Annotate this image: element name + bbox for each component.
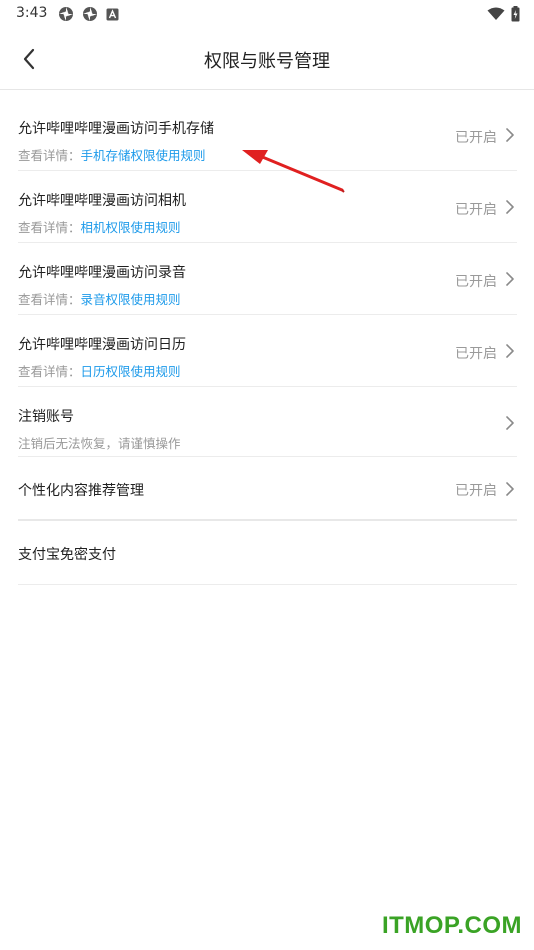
setting-alipay-password-free[interactable]: 支付宝免密支付: [18, 521, 517, 585]
page-title: 权限与账号管理: [204, 51, 330, 72]
chevron-right-icon: [506, 416, 514, 430]
chevron-right-icon: [506, 200, 514, 214]
recording-rules-link[interactable]: 录音权限使用规则: [81, 292, 181, 307]
status-icons-left: [58, 6, 119, 22]
chevron-right-icon: [506, 482, 514, 496]
row-subtitle: 查看详情：录音权限使用规则: [18, 289, 181, 308]
details-prefix: 查看详情：: [18, 364, 81, 379]
camera-rules-link[interactable]: 相机权限使用规则: [81, 220, 181, 235]
row-title: 允许哔哩哔哩漫画访问相机: [18, 193, 186, 209]
battery-icon: [511, 6, 520, 22]
app-header: 权限与账号管理: [0, 28, 534, 90]
row-title: 个性化内容推荐管理: [18, 483, 144, 499]
status-label: 已开启: [455, 202, 497, 218]
wifi-icon: [487, 7, 505, 20]
app-notification-icon: [59, 7, 73, 21]
row-title: 允许哔哩哔哩漫画访问日历: [18, 337, 186, 353]
chevron-right-icon: [506, 272, 514, 286]
setting-cancel-account[interactable]: 注销账号 注销后无法恢复，请谨慎操作: [18, 387, 517, 457]
app-notification-icon: [83, 7, 97, 21]
row-subtitle: 查看详情：手机存储权限使用规则: [18, 145, 206, 164]
row-subtitle: 查看详情：相机权限使用规则: [18, 217, 181, 236]
calendar-rules-link[interactable]: 日历权限使用规则: [81, 364, 181, 379]
status-label: 已开启: [455, 483, 497, 499]
status-label: 已开启: [455, 346, 497, 362]
row-title: 支付宝免密支付: [18, 547, 116, 563]
status-time: 3:43: [16, 5, 48, 21]
details-prefix: 查看详情：: [18, 148, 81, 163]
row-title: 注销账号: [18, 409, 74, 425]
row-title: 允许哔哩哔哩漫画访问手机存储: [18, 121, 214, 137]
status-bar: 3:43: [0, 0, 534, 28]
chevron-right-icon: [506, 344, 514, 358]
row-title: 允许哔哩哔哩漫画访问录音: [18, 265, 186, 281]
a-letter-icon: [106, 8, 119, 20]
red-arrow-icon: [242, 150, 345, 193]
row-subtitle: 查看详情：日历权限使用规则: [18, 361, 181, 380]
storage-rules-link[interactable]: 手机存储权限使用规则: [81, 148, 206, 163]
setting-personalized-recommendations[interactable]: 个性化内容推荐管理 已开启: [18, 457, 517, 521]
status-label: 已开启: [455, 274, 497, 290]
status-icons-right: [487, 6, 520, 22]
setting-microphone-permission[interactable]: 允许哔哩哔哩漫画访问录音 查看详情：录音权限使用规则 已开启: [18, 243, 517, 315]
setting-calendar-permission[interactable]: 允许哔哩哔哩漫画访问日历 查看详情：日历权限使用规则 已开启: [18, 315, 517, 387]
details-prefix: 查看详情：: [18, 292, 81, 307]
details-prefix: 查看详情：: [18, 220, 81, 235]
status-label: 已开启: [455, 130, 497, 146]
row-note: 注销后无法恢复，请谨慎操作: [18, 436, 181, 451]
watermark: ITMOP.COM: [381, 912, 522, 939]
chevron-right-icon: [506, 128, 514, 142]
